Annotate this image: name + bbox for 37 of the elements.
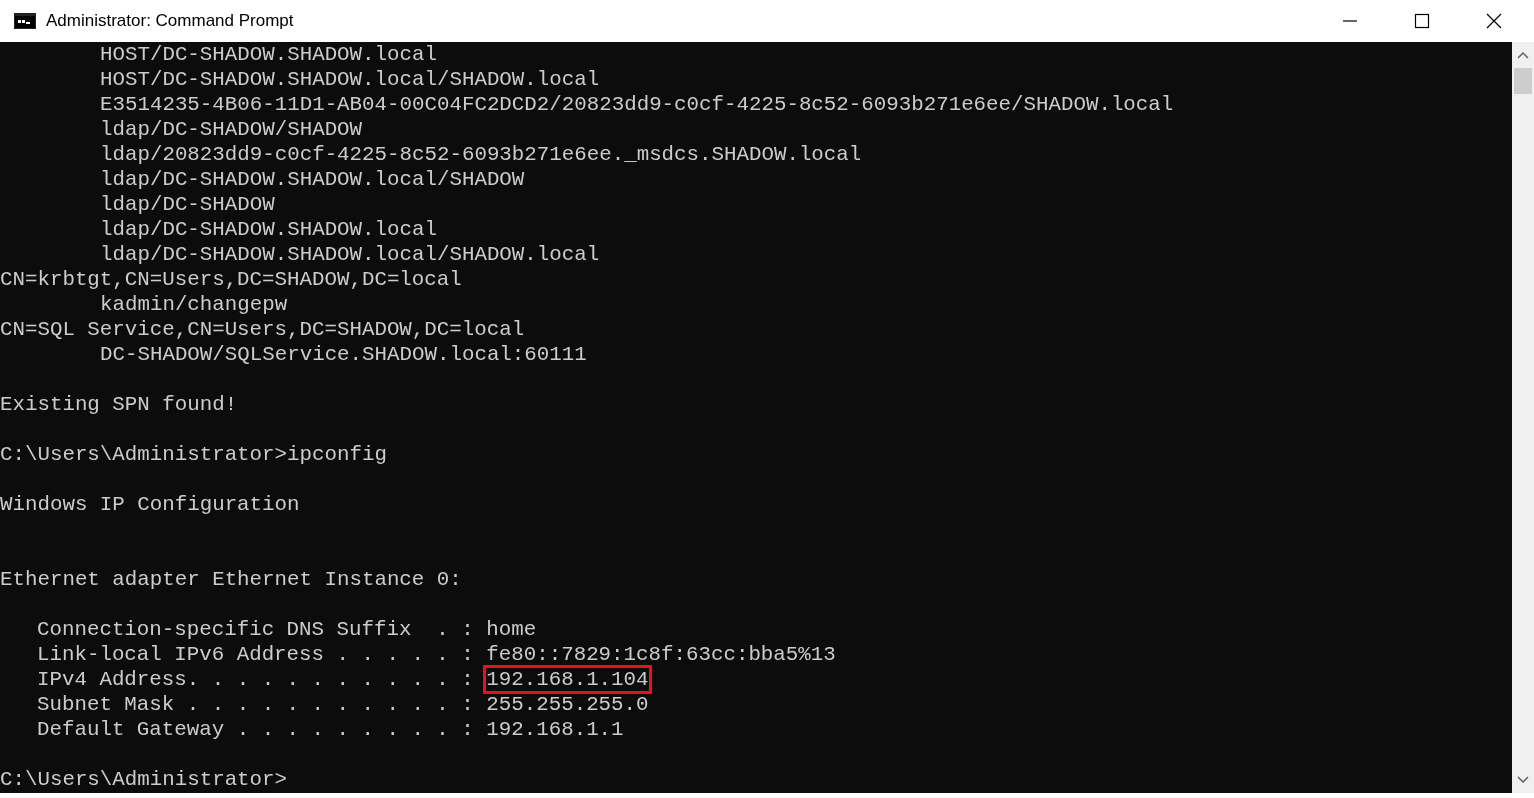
console-line: HOST/DC-SHADOW.SHADOW.local/SHADOW.local: [100, 68, 600, 91]
console-line: ldap/DC-SHADOW.SHADOW.local/SHADOW.local: [100, 243, 600, 266]
console-line: Ethernet adapter Ethernet Instance 0:: [0, 568, 462, 591]
console-line: CN=krbtgt,CN=Users,DC=SHADOW,DC=local: [0, 268, 462, 291]
console-line: Existing SPN found!: [0, 393, 238, 416]
highlighted-value: 192.168.1.104: [486, 668, 649, 691]
console-line: HOST/DC-SHADOW.SHADOW.local: [100, 43, 437, 66]
minimize-icon: [1343, 20, 1357, 22]
window-title: Administrator: Command Prompt: [46, 10, 294, 33]
field-label: Subnet Mask . . . . . . . . . . . :: [37, 693, 474, 716]
console-icon: [14, 13, 36, 29]
console-line: ldap/DC-SHADOW.SHADOW.local/SHADOW: [100, 168, 525, 191]
console-line: DC-SHADOW/SQLService.SHADOW.local:60111: [100, 343, 587, 366]
console-line: CN=SQL Service,CN=Users,DC=SHADOW,DC=local: [0, 318, 525, 341]
field-label: Connection-specific DNS Suffix . :: [37, 618, 474, 641]
field-value: 192.168.1.1: [486, 718, 624, 741]
field-label: IPv4 Address. . . . . . . . . . . :: [37, 668, 474, 691]
console-line: E3514235-4B06-11D1-AB04-00C04FC2DCD2/20823dd9-c0cf-4225-8c52-6093b271e6ee/SHADOW.local: [100, 93, 1174, 116]
scroll-up-icon[interactable]: [1517, 51, 1529, 59]
console-line: Windows IP Configuration: [0, 493, 300, 516]
console-line: C:\Users\Administrator>ipconfig: [0, 443, 387, 466]
scroll-down-icon[interactable]: [1517, 776, 1529, 784]
console-line: C:\Users\Administrator>: [0, 768, 288, 791]
field-label: Link-local IPv6 Address . . . . . :: [37, 643, 474, 666]
field-value: fe80::7829:1c8f:63cc:bba5%13: [486, 643, 836, 666]
console-line: ldap/DC-SHADOW: [100, 193, 275, 216]
scrollbar[interactable]: [1512, 42, 1534, 793]
scroll-thumb[interactable]: [1514, 68, 1532, 94]
console-line: ldap/DC-SHADOW.SHADOW.local: [100, 218, 437, 241]
field-label: Default Gateway . . . . . . . . . :: [37, 718, 474, 741]
close-icon: [1486, 13, 1502, 29]
console-line: kadmin/changepw: [100, 293, 288, 316]
field-value: home: [486, 618, 537, 641]
console-line: ldap/DC-SHADOW/SHADOW: [100, 118, 363, 141]
field-value: 255.255.255.0: [486, 693, 649, 716]
maximize-icon: [1414, 13, 1430, 29]
console-line: ldap/20823dd9-c0cf-4225-8c52-6093b271e6ee._msdcs.SHADOW.local: [100, 143, 862, 166]
